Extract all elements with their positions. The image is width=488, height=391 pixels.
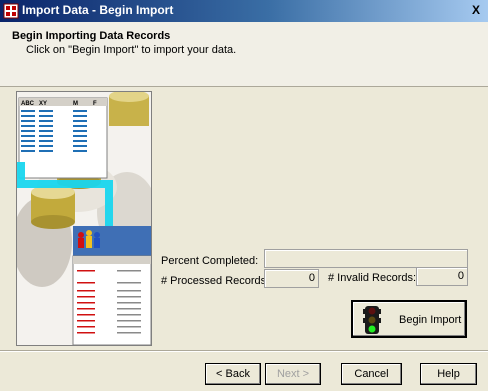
title-bar: Import Data - Begin Import X xyxy=(0,0,488,22)
app-icon xyxy=(3,3,19,19)
traffic-light-icon xyxy=(363,306,381,334)
column-header-xy: XY xyxy=(39,101,47,107)
begin-import-button[interactable]: Begin Import xyxy=(351,300,467,338)
page-subtitle: Click on "Begin Import" to import your d… xyxy=(26,44,237,56)
begin-import-label: Begin Import xyxy=(399,314,462,326)
page-title: Begin Importing Data Records xyxy=(12,30,171,42)
processed-records-label: # Processed Records: xyxy=(161,275,270,287)
window-title: Import Data - Begin Import xyxy=(22,3,174,17)
import-illustration-graphic: ABC XY M F xyxy=(17,92,151,345)
progress-bar xyxy=(264,249,468,268)
footer-divider xyxy=(0,350,488,352)
processed-records-value: 0 xyxy=(264,269,319,288)
column-header-f: F xyxy=(93,101,97,107)
invalid-records-label: # Invalid Records: xyxy=(328,272,417,284)
back-button[interactable]: < Back xyxy=(205,363,261,385)
help-button[interactable]: Help xyxy=(420,363,477,385)
cancel-button[interactable]: Cancel xyxy=(341,363,402,385)
percent-completed-label: Percent Completed: xyxy=(161,255,259,267)
invalid-records-value: 0 xyxy=(416,267,468,286)
column-header-abc: ABC xyxy=(21,101,35,107)
wizard-header: Begin Importing Data Records Click on "B… xyxy=(0,22,488,87)
import-illustration: ABC XY M F xyxy=(16,91,152,346)
close-icon[interactable]: X xyxy=(468,2,484,18)
next-button[interactable]: Next > xyxy=(265,363,321,385)
column-header-m: M xyxy=(73,101,78,107)
